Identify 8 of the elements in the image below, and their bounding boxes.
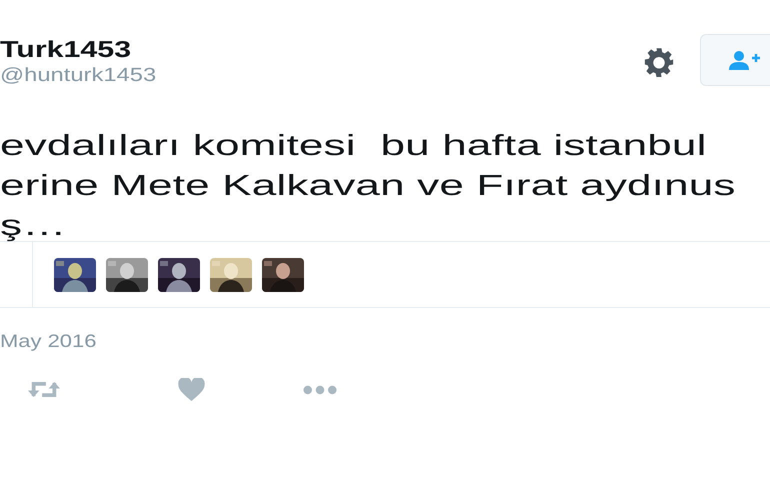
add-user-icon <box>727 50 761 70</box>
user-name[interactable]: Turk1453 <box>0 36 132 62</box>
tweet-text: ş… <box>0 209 66 244</box>
tweet-text: evdalıları komitesi bu hafta istanbul <box>0 129 707 164</box>
follow-button[interactable] <box>700 34 770 86</box>
tweet-text: erine Mete Kalkavan ve Fırat aydınus <box>0 169 736 204</box>
tweet-date: May 2016 <box>0 330 96 352</box>
settings-icon[interactable] <box>644 47 674 77</box>
